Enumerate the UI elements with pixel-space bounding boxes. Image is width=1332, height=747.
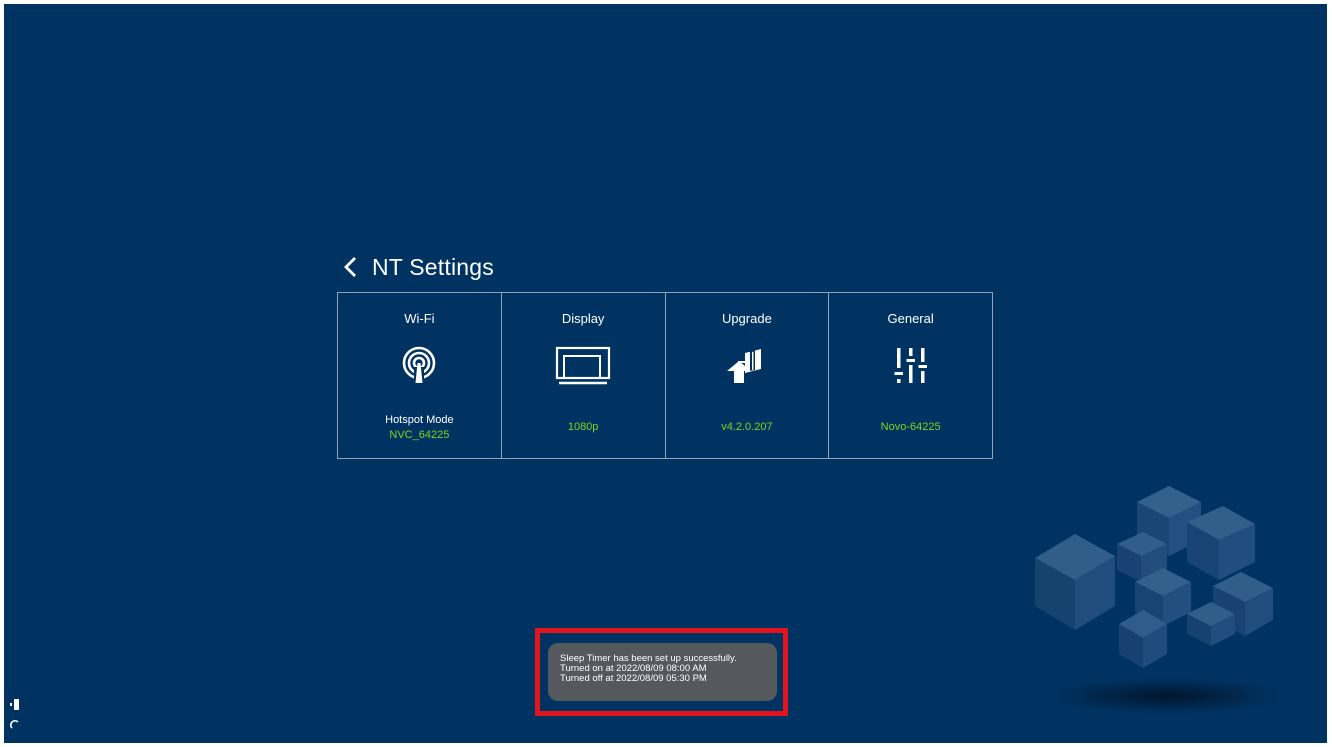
refresh-icon[interactable] xyxy=(8,714,22,734)
wifi-mode-text: Hotspot Mode xyxy=(385,414,454,426)
toast-off-time: Turned off at 2022/08/09 05:30 PM xyxy=(560,673,707,684)
settings-grid: Wi-Fi Hotspot Mode NVC_64225 Display 108… xyxy=(337,292,993,459)
page-header: NT Settings xyxy=(342,250,494,284)
tile-label: Upgrade xyxy=(721,311,772,326)
sliders-icon xyxy=(829,343,992,387)
tile-wifi[interactable]: Wi-Fi Hotspot Mode NVC_64225 xyxy=(338,293,502,458)
tile-upgrade[interactable]: Upgrade v4.2.0.207 xyxy=(666,293,830,458)
chevron-left-icon xyxy=(344,257,356,277)
page-title: NT Settings xyxy=(372,253,494,280)
sleep-timer-toast: Sleep Timer has been set up successfully… xyxy=(548,643,777,701)
tile-label: Display xyxy=(561,311,605,326)
device-name-value: Novo-64225 xyxy=(880,421,941,433)
display-icon xyxy=(502,343,665,387)
cubes-decoration xyxy=(1017,464,1317,739)
side-indicators xyxy=(8,694,22,734)
wifi-hotspot-icon xyxy=(338,343,501,387)
tile-label: Wi-Fi xyxy=(404,311,435,326)
tile-display[interactable]: Display 1080p xyxy=(502,293,666,458)
upgrade-icon xyxy=(666,343,829,387)
display-resolution-value: 1080p xyxy=(567,421,599,433)
tile-label: General xyxy=(887,311,934,326)
firmware-version-value: v4.2.0.207 xyxy=(721,421,773,433)
tile-general[interactable]: General Novo-64225 xyxy=(829,293,992,458)
back-button[interactable] xyxy=(342,252,366,282)
wifi-ssid-value: NVC_64225 xyxy=(389,429,450,441)
signal-indicator-icon xyxy=(8,694,22,714)
